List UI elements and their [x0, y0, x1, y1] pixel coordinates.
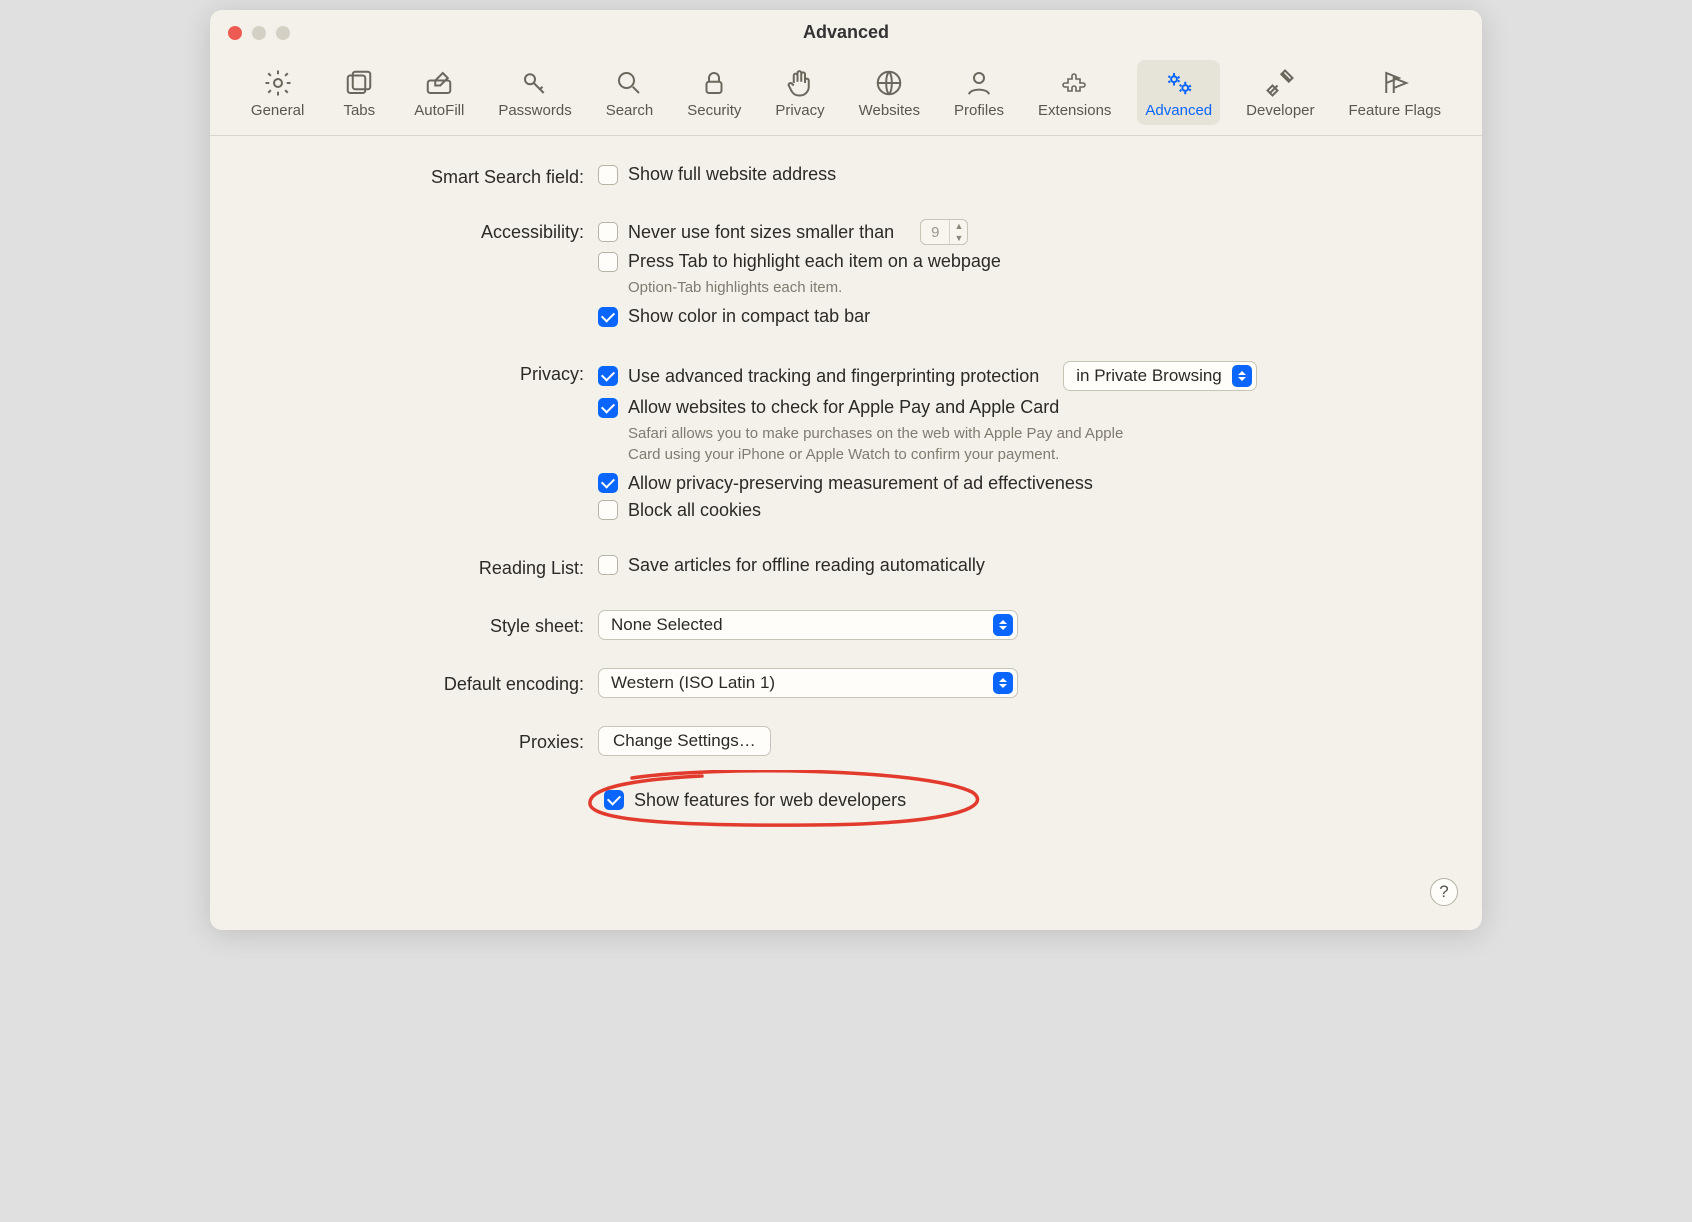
gears-icon [1162, 68, 1196, 98]
tab-passwords[interactable]: Passwords [490, 60, 579, 125]
privacy-label: Privacy: [250, 361, 598, 385]
tab-label: Websites [859, 102, 920, 119]
save-offline-label: Save articles for offline reading automa… [628, 555, 985, 576]
press-tab-hint: Option-Tab highlights each item. [628, 278, 1148, 298]
min-font-stepper[interactable]: 9 ▲▼ [920, 219, 968, 245]
tab-label: Extensions [1038, 102, 1111, 119]
dev-features-checkbox[interactable] [604, 790, 624, 810]
applepay-label: Allow websites to check for Apple Pay an… [628, 397, 1059, 418]
window-controls [228, 26, 290, 40]
encoding-select[interactable]: Western (ISO Latin 1) [598, 668, 1018, 698]
close-window-button[interactable] [228, 26, 242, 40]
lock-icon [697, 68, 731, 98]
reading-list-label: Reading List: [250, 555, 598, 579]
tab-label: AutoFill [414, 102, 464, 119]
min-font-checkbox[interactable] [598, 222, 618, 242]
updown-icon [993, 672, 1013, 694]
encoding-label: Default encoding: [250, 668, 598, 695]
tab-label: Advanced [1145, 102, 1212, 119]
tab-label: Tabs [343, 102, 375, 119]
tab-label: Profiles [954, 102, 1004, 119]
tools-icon [1263, 68, 1297, 98]
tab-feature-flags[interactable]: Feature Flags [1341, 60, 1450, 125]
tab-label: Search [606, 102, 654, 119]
tab-label: General [251, 102, 304, 119]
tab-label: Passwords [498, 102, 571, 119]
tracking-checkbox[interactable] [598, 366, 618, 386]
flags-icon [1378, 68, 1412, 98]
block-cookies-label: Block all cookies [628, 500, 761, 521]
window-title: Advanced [210, 22, 1482, 43]
updown-icon [1232, 365, 1252, 387]
tab-label: Privacy [775, 102, 824, 119]
tab-privacy[interactable]: Privacy [767, 60, 832, 125]
color-compact-checkbox[interactable] [598, 307, 618, 327]
preferences-toolbar: General Tabs AutoFill Passwords Search S… [210, 54, 1482, 136]
hand-icon [783, 68, 817, 98]
tabs-icon [342, 68, 376, 98]
show-full-url-checkbox[interactable] [598, 165, 618, 185]
dev-features-label: Show features for web developers [634, 790, 906, 811]
titlebar: Advanced [210, 10, 1482, 54]
press-tab-checkbox[interactable] [598, 252, 618, 272]
dev-features-row: Show features for web developers [598, 784, 930, 817]
proxies-label: Proxies: [250, 726, 598, 753]
save-offline-checkbox[interactable] [598, 555, 618, 575]
applepay-checkbox[interactable] [598, 398, 618, 418]
tab-label: Developer [1246, 102, 1314, 119]
tab-profiles[interactable]: Profiles [946, 60, 1012, 125]
help-icon: ? [1439, 882, 1448, 902]
min-font-value: 9 [921, 224, 949, 241]
minimize-window-button[interactable] [252, 26, 266, 40]
tab-websites[interactable]: Websites [851, 60, 928, 125]
tracking-label: Use advanced tracking and fingerprinting… [628, 366, 1039, 387]
tab-label: Security [687, 102, 741, 119]
gear-icon [261, 68, 295, 98]
change-settings-label: Change Settings… [613, 731, 756, 751]
tab-autofill[interactable]: AutoFill [406, 60, 472, 125]
search-icon [612, 68, 646, 98]
chevron-down-icon[interactable]: ▼ [950, 232, 967, 244]
pencil-box-icon [422, 68, 456, 98]
press-tab-label: Press Tab to highlight each item on a we… [628, 251, 1001, 272]
profile-icon [962, 68, 996, 98]
stylesheet-label: Style sheet: [250, 610, 598, 637]
ad-measure-checkbox[interactable] [598, 473, 618, 493]
stylesheet-select[interactable]: None Selected [598, 610, 1018, 640]
tab-search[interactable]: Search [598, 60, 662, 125]
accessibility-label: Accessibility: [250, 219, 598, 243]
stylesheet-value: None Selected [611, 615, 723, 635]
tab-advanced[interactable]: Advanced [1137, 60, 1220, 125]
change-settings-button[interactable]: Change Settings… [598, 726, 771, 756]
block-cookies-checkbox[interactable] [598, 500, 618, 520]
encoding-value: Western (ISO Latin 1) [611, 673, 775, 693]
tab-general[interactable]: General [243, 60, 312, 125]
show-full-url-label: Show full website address [628, 164, 836, 185]
preferences-window: Advanced General Tabs AutoFill Passwords… [210, 10, 1482, 930]
chevron-up-icon[interactable]: ▲ [950, 220, 967, 232]
tracking-scope-select[interactable]: in Private Browsing [1063, 361, 1257, 391]
applepay-hint: Safari allows you to make purchases on t… [628, 424, 1148, 465]
color-compact-label: Show color in compact tab bar [628, 306, 870, 327]
updown-icon [993, 614, 1013, 636]
tab-extensions[interactable]: Extensions [1030, 60, 1119, 125]
tab-label: Feature Flags [1349, 102, 1442, 119]
tab-developer[interactable]: Developer [1238, 60, 1322, 125]
maximize-window-button[interactable] [276, 26, 290, 40]
tracking-scope-value: in Private Browsing [1076, 366, 1222, 386]
tab-tabs[interactable]: Tabs [330, 60, 388, 125]
tab-security[interactable]: Security [679, 60, 749, 125]
min-font-label: Never use font sizes smaller than [628, 222, 894, 243]
smart-search-label: Smart Search field: [250, 164, 598, 188]
help-button[interactable]: ? [1430, 878, 1458, 906]
puzzle-icon [1058, 68, 1092, 98]
globe-icon [872, 68, 906, 98]
key-icon [518, 68, 552, 98]
content-area: Smart Search field: Show full website ad… [210, 136, 1482, 930]
ad-measure-label: Allow privacy-preserving measurement of … [628, 473, 1093, 494]
